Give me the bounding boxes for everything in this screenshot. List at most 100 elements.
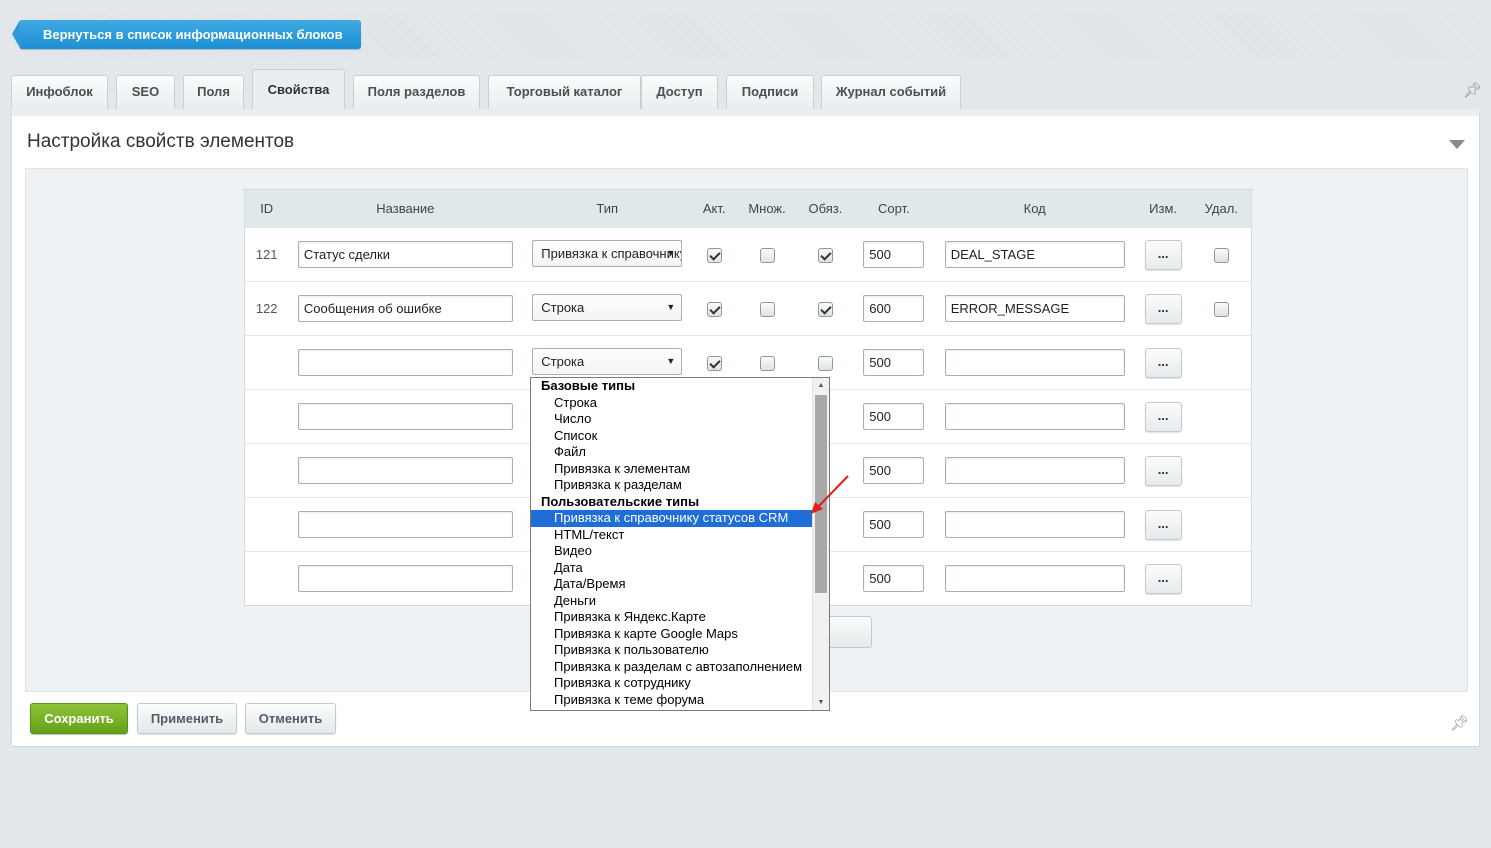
- tab-2[interactable]: Поля: [183, 75, 244, 109]
- edit-button[interactable]: ...: [1144, 293, 1182, 324]
- pin-icon-bottom[interactable]: 📌︎: [1450, 714, 1469, 732]
- row-id: 121: [244, 227, 289, 282]
- dropdown-option[interactable]: Привязка к пользователю: [531, 642, 813, 659]
- dropdown-option[interactable]: Дата/Время: [531, 576, 813, 593]
- type-select[interactable]: Строка ▼: [532, 347, 683, 375]
- type-select[interactable]: Привязка к справочнику статусов CRM▼: [532, 239, 683, 267]
- row-id: [244, 551, 289, 606]
- dropdown-option[interactable]: Привязка к сотруднику: [531, 675, 813, 692]
- active-checkbox[interactable]: [706, 301, 722, 317]
- dropdown-option[interactable]: Привязка к теме форума: [531, 692, 813, 709]
- type-select-value: Строка: [541, 299, 585, 315]
- apply-button[interactable]: Применить: [137, 703, 237, 734]
- dropdown-option[interactable]: Видео: [531, 543, 813, 560]
- name-input[interactable]: [297, 349, 513, 376]
- name-input[interactable]: [297, 565, 513, 592]
- pin-icon[interactable]: 📌︎: [1463, 81, 1482, 99]
- edit-button[interactable]: ...: [1144, 347, 1182, 378]
- name-input[interactable]: [297, 511, 513, 538]
- tab-7[interactable]: Подписи: [726, 75, 814, 109]
- add-more-button[interactable]: [828, 616, 872, 648]
- dropdown-option[interactable]: Привязка к Яндекс.Карте: [531, 609, 813, 626]
- code-input[interactable]: [944, 241, 1125, 268]
- col-sort: Сорт.: [852, 189, 935, 228]
- row-id: [244, 389, 289, 444]
- multiple-checkbox[interactable]: [759, 355, 775, 371]
- active-checkbox[interactable]: [706, 355, 722, 371]
- dropdown-option[interactable]: Привязка к разделам с автозаполнением: [531, 659, 813, 676]
- cancel-button[interactable]: Отменить: [245, 703, 336, 734]
- edit-button[interactable]: ...: [1144, 509, 1182, 540]
- dropdown-option[interactable]: Деньги: [531, 593, 813, 610]
- required-checkbox[interactable]: [817, 355, 833, 371]
- type-select-value: Строка: [541, 353, 585, 369]
- sort-input[interactable]: [863, 565, 925, 592]
- sort-input[interactable]: [863, 511, 925, 538]
- code-input[interactable]: [944, 295, 1125, 322]
- chevron-down-icon: ▼: [666, 301, 676, 312]
- name-input[interactable]: [297, 295, 513, 322]
- table-row: 121 Привязка к справочнику статусов CRM▼.…: [244, 227, 1252, 282]
- table-header-row: ID Название Тип Акт. Множ. Обяз. Сорт. К…: [244, 189, 1252, 228]
- edit-button[interactable]: ...: [1144, 455, 1182, 486]
- code-input[interactable]: [944, 511, 1125, 538]
- chevron-down-icon: ▼: [666, 247, 676, 258]
- tab-1[interactable]: SEO: [116, 75, 175, 109]
- back-to-list-button[interactable]: Вернуться в список информационных блоков: [12, 20, 361, 49]
- dropdown-group-label: Базовые типы: [541, 378, 636, 393]
- dropdown-option[interactable]: Привязка к элементам: [531, 461, 813, 478]
- dropdown-option[interactable]: Число: [531, 411, 813, 428]
- dropdown-scrollbar[interactable]: ▲ ▼: [812, 378, 829, 710]
- dropdown-option[interactable]: Привязка к карте Google Maps: [531, 626, 813, 643]
- dropdown-option[interactable]: Строка: [531, 395, 813, 412]
- code-input[interactable]: [944, 457, 1125, 484]
- required-checkbox[interactable]: [817, 247, 833, 263]
- type-dropdown-list[interactable]: Базовые типы Строка Число Список Файл Привязк…: [530, 377, 830, 711]
- multiple-checkbox[interactable]: [759, 247, 775, 263]
- sort-input[interactable]: [863, 349, 925, 376]
- tab-5[interactable]: Торговый каталог: [488, 75, 641, 109]
- active-checkbox[interactable]: [706, 247, 722, 263]
- row-id: [244, 335, 289, 390]
- col-required: Обяз.: [797, 189, 853, 228]
- top-bar: Вернуться в список информационных блоков: [11, 12, 1480, 60]
- dropdown-option[interactable]: Файл: [531, 444, 813, 461]
- col-edit: Изм.: [1134, 189, 1192, 228]
- tab-8[interactable]: Журнал событий: [821, 75, 961, 109]
- code-input[interactable]: [944, 565, 1125, 592]
- scroll-down-icon[interactable]: ▼: [813, 695, 829, 710]
- required-checkbox[interactable]: [817, 301, 833, 317]
- dropdown-option[interactable]: Дата: [531, 560, 813, 577]
- name-input[interactable]: [297, 457, 513, 484]
- dropdown-option[interactable]: HTML/текст: [531, 527, 813, 544]
- sort-input[interactable]: [863, 295, 925, 322]
- sort-input[interactable]: [863, 457, 925, 484]
- code-input[interactable]: [944, 349, 1125, 376]
- name-input[interactable]: [297, 403, 513, 430]
- tab-4[interactable]: Поля разделов: [353, 75, 480, 109]
- edit-button[interactable]: ...: [1144, 239, 1182, 270]
- dropdown-option[interactable]: Список: [531, 428, 813, 445]
- edit-button[interactable]: ...: [1144, 563, 1182, 594]
- save-button[interactable]: Сохранить: [30, 703, 128, 734]
- dropdown-group-label: Пользовательские типы: [541, 493, 700, 509]
- col-code: Код: [934, 189, 1135, 228]
- name-input[interactable]: [297, 241, 513, 268]
- page-title: Настройка свойств элементов: [27, 131, 295, 152]
- dropdown-option[interactable]: Привязка к разделам: [531, 477, 813, 494]
- sort-input[interactable]: [863, 241, 925, 268]
- tab-3[interactable]: Свойства: [252, 69, 345, 110]
- tab-0[interactable]: Инфоблок: [11, 75, 108, 109]
- dropdown-option[interactable]: Привязка к справочнику статусов CRM: [531, 510, 813, 527]
- delete-checkbox[interactable]: [1213, 247, 1229, 263]
- delete-checkbox[interactable]: [1213, 301, 1229, 317]
- code-input[interactable]: [944, 403, 1125, 430]
- collapse-icon[interactable]: [1449, 140, 1465, 149]
- sort-input[interactable]: [863, 403, 925, 430]
- tab-6[interactable]: Доступ: [641, 75, 718, 109]
- multiple-checkbox[interactable]: [759, 301, 775, 317]
- edit-button[interactable]: ...: [1144, 401, 1182, 432]
- type-select[interactable]: Строка ▼: [532, 293, 683, 321]
- col-active: Акт.: [692, 189, 737, 228]
- scroll-up-icon[interactable]: ▲: [813, 378, 829, 393]
